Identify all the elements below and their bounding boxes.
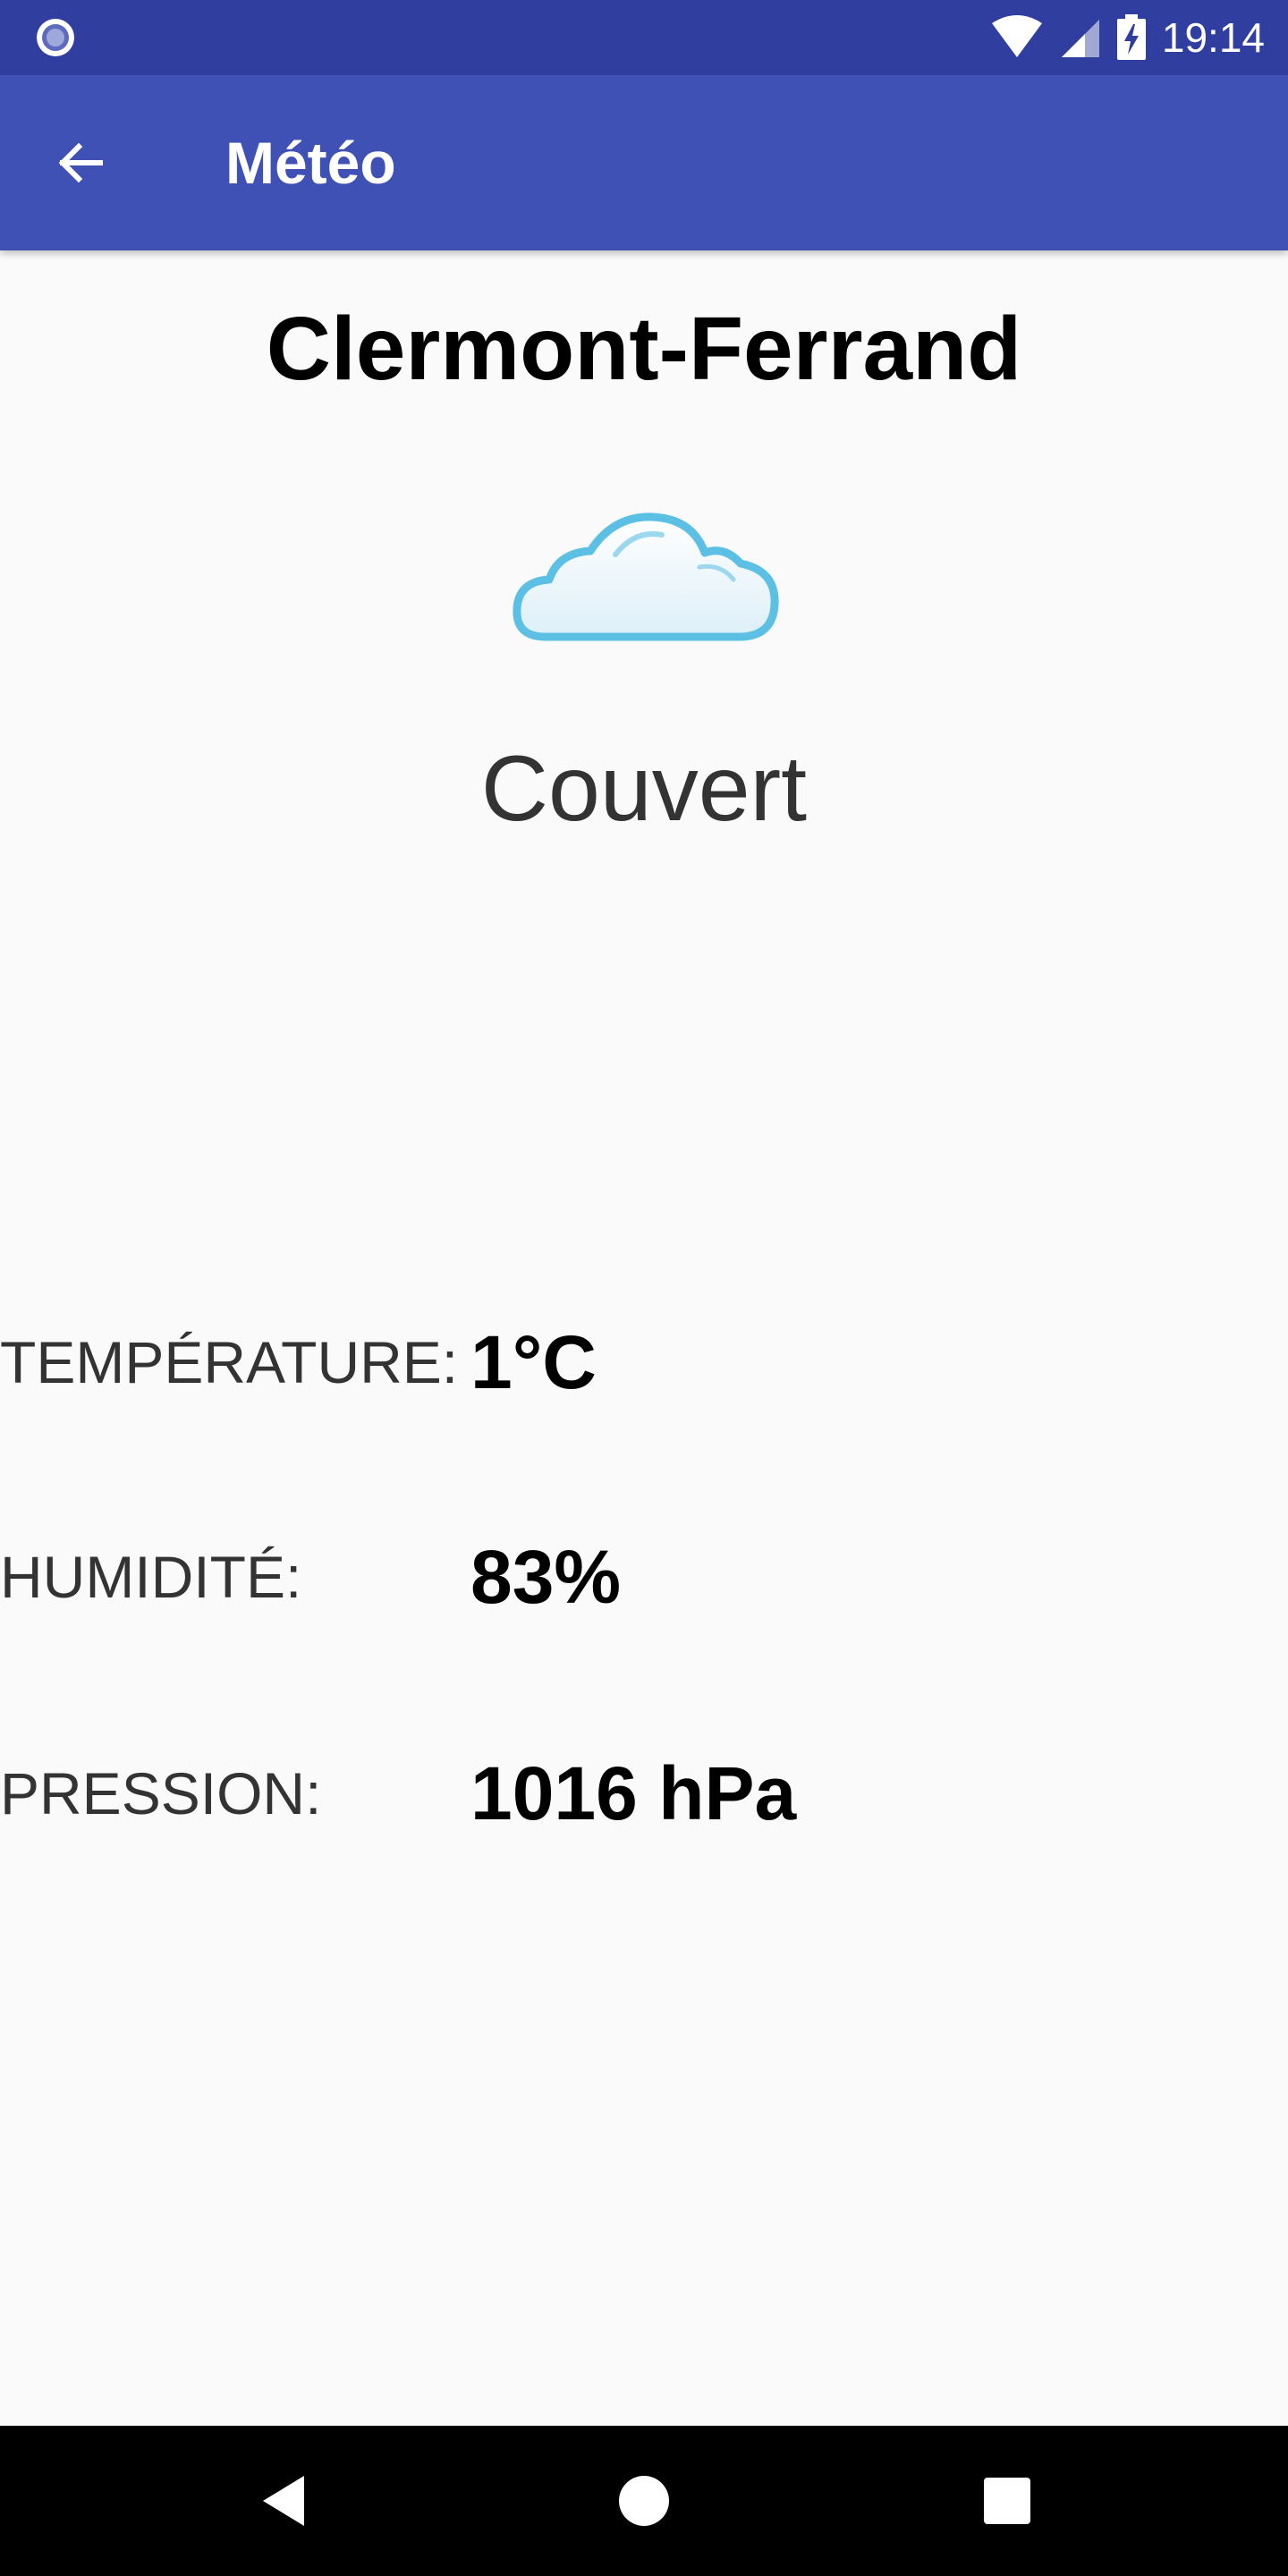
- status-time: 19:14: [1161, 14, 1265, 61]
- temperature-row: TEMPÉRATURE: 1°C: [0, 1313, 1288, 1411]
- nav-recents-button[interactable]: [971, 2465, 1043, 2537]
- status-bar: 19:14: [0, 0, 1288, 75]
- temperature-label: TEMPÉRATURE:: [0, 1329, 459, 1395]
- nav-back-button[interactable]: [249, 2465, 320, 2537]
- status-icons: 19:14: [990, 0, 1265, 75]
- nav-home-button[interactable]: [608, 2465, 680, 2537]
- cell-signal-icon: [1061, 20, 1099, 57]
- weather-screen: 19:14 Météo Clermont-Ferrand Couvert TEM…: [0, 0, 1288, 2576]
- pressure-row: PRESSION: 1016 hPa: [0, 1744, 1288, 1843]
- temperature-value: 1°C: [470, 1320, 597, 1404]
- notification-app-icon: [37, 19, 74, 56]
- pressure-label: PRESSION:: [0, 1760, 322, 1826]
- city-name: Clermont-Ferrand: [266, 299, 1022, 399]
- square-recents-icon: [984, 2478, 1030, 2524]
- arrow-left-icon: [58, 142, 103, 183]
- pressure-value: 1016 hPa: [470, 1751, 797, 1835]
- humidity-row: HUMIDITÉ: 83%: [0, 1528, 1288, 1626]
- triangle-back-icon: [263, 2476, 304, 2526]
- humidity-label: HUMIDITÉ:: [0, 1544, 302, 1610]
- cloud-icon: [513, 513, 779, 641]
- app-title: Météo: [225, 130, 396, 196]
- wifi-icon: [991, 15, 1042, 57]
- back-button[interactable]: [47, 129, 114, 197]
- humidity-value: 83%: [470, 1535, 622, 1619]
- navigation-bar: [0, 2426, 1288, 2576]
- circle-home-icon: [619, 2476, 669, 2526]
- weather-description: Couvert: [480, 737, 808, 841]
- battery-charging-icon: [1116, 14, 1146, 60]
- app-bar: Météo: [0, 75, 1288, 250]
